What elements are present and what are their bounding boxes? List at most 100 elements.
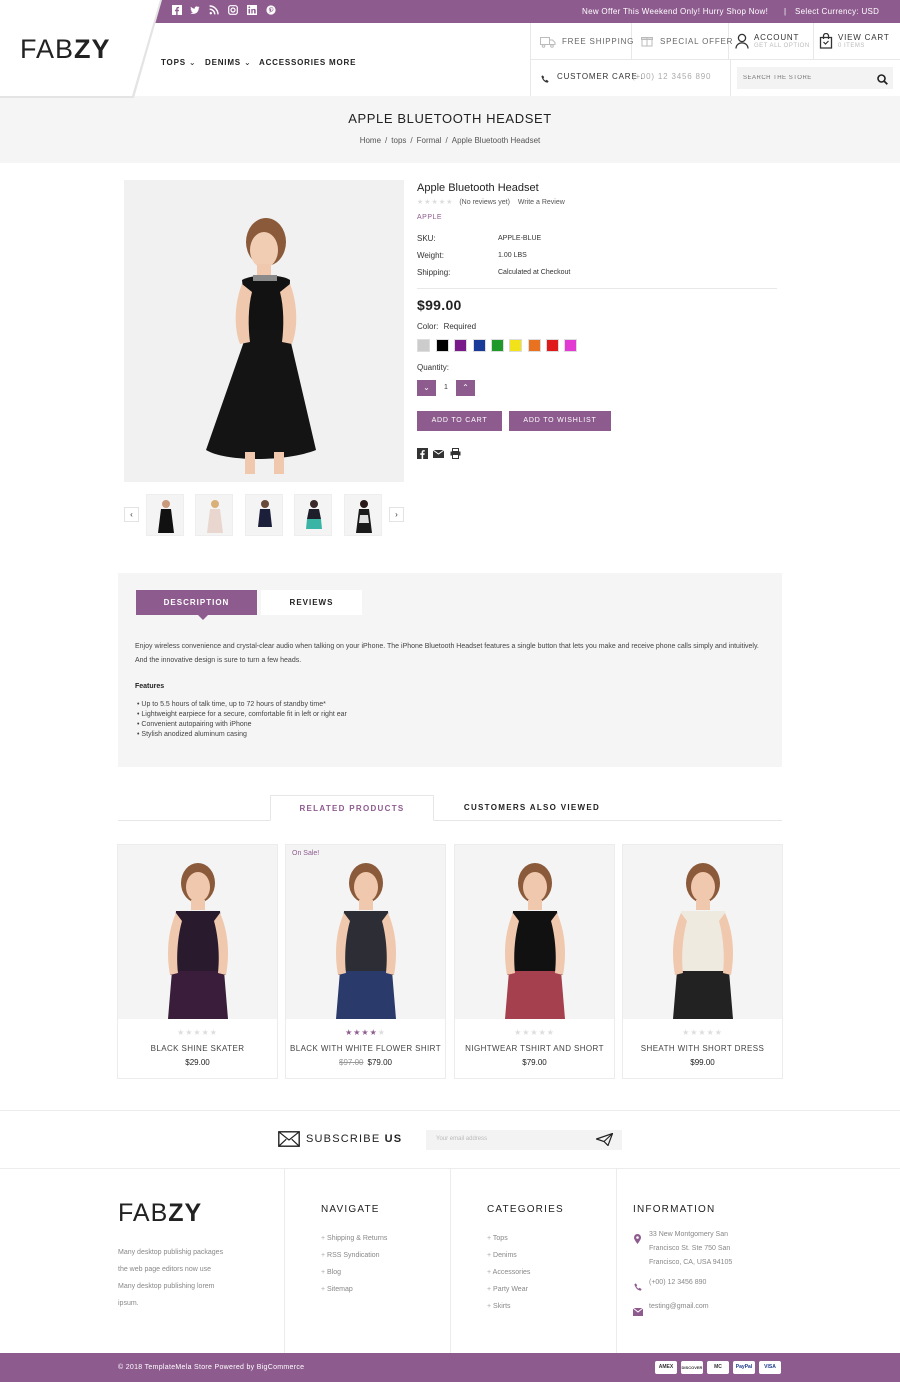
- footer-link[interactable]: Blog: [321, 1264, 387, 1281]
- footer-link[interactable]: Tops: [487, 1230, 530, 1247]
- product-thumbnail[interactable]: [294, 494, 332, 536]
- nav-accessories[interactable]: ACCESSORIES: [259, 58, 326, 67]
- footer-logo[interactable]: FABZY: [118, 1199, 202, 1228]
- quantity-decrease-button[interactable]: ⌄: [417, 380, 436, 396]
- free-shipping-label[interactable]: FREE SHIPPING: [562, 37, 634, 46]
- color-label: Color: Required: [417, 322, 476, 331]
- site-logo[interactable]: FABZY: [20, 34, 111, 65]
- footer-phone[interactable]: (+00) 12 3456 890: [649, 1276, 706, 1290]
- product-thumbnail[interactable]: [344, 494, 382, 536]
- footer-link[interactable]: Sitemap: [321, 1281, 387, 1298]
- footer-logo-light: FAB: [118, 1199, 169, 1227]
- rss-icon[interactable]: [208, 5, 220, 17]
- twitter-icon[interactable]: [189, 5, 201, 17]
- color-swatch[interactable]: [528, 339, 541, 352]
- product-card-name[interactable]: SHEATH WITH SHORT DRESS: [622, 1044, 783, 1053]
- footer-categories-title: CATEGORIES: [487, 1204, 564, 1215]
- quantity-input[interactable]: 1: [438, 380, 454, 396]
- product-card-name[interactable]: BLACK SHINE SKATER: [117, 1044, 278, 1053]
- spec-label: Shipping:: [417, 268, 451, 277]
- product-card-name[interactable]: NIGHTWEAR TSHIRT AND SHORT: [454, 1044, 615, 1053]
- no-reviews-text: (No reviews yet): [459, 199, 510, 206]
- add-to-cart-button[interactable]: ADD TO CART: [417, 411, 502, 431]
- instagram-icon[interactable]: [227, 5, 239, 17]
- nav-more[interactable]: MORE: [329, 58, 356, 67]
- breadcrumb-formal[interactable]: Formal: [417, 136, 442, 145]
- color-swatch[interactable]: [564, 339, 577, 352]
- cart-icon[interactable]: [819, 32, 833, 54]
- currency-selector[interactable]: Select Currency: USD: [795, 7, 879, 16]
- spec-label: Weight:: [417, 251, 444, 260]
- facebook-icon[interactable]: [171, 5, 183, 17]
- email-icon[interactable]: [432, 448, 445, 459]
- thumb-next-button[interactable]: ›: [389, 507, 404, 522]
- product-thumbnail[interactable]: [245, 494, 283, 536]
- footer-link[interactable]: Skirts: [487, 1298, 530, 1315]
- truck-icon: [540, 35, 556, 53]
- special-offer-label[interactable]: SPECIAL OFFER: [660, 37, 733, 46]
- color-swatch[interactable]: [473, 339, 486, 352]
- product-thumbnail[interactable]: [195, 494, 233, 536]
- color-swatch[interactable]: [546, 339, 559, 352]
- pinterest-icon[interactable]: [265, 5, 277, 17]
- rating-stars: ★★★★★: [345, 1028, 385, 1037]
- product-card-image[interactable]: [118, 845, 277, 1019]
- header-divider: [530, 59, 900, 60]
- breadcrumb-home[interactable]: Home: [360, 136, 381, 145]
- product-main-image[interactable]: [124, 180, 404, 482]
- breadcrumb-tops[interactable]: tops: [391, 136, 406, 145]
- address-line: Francisco St. Ste 750 San: [649, 1245, 731, 1252]
- promo-message[interactable]: New Offer This Weekend Only! Hurry Shop …: [582, 7, 768, 16]
- view-cart-link[interactable]: VIEW CART: [838, 33, 890, 42]
- search-icon[interactable]: [877, 72, 888, 90]
- linkedin-icon[interactable]: [246, 5, 258, 17]
- footer-logo-bold: ZY: [168, 1199, 203, 1227]
- customer-care-phone[interactable]: (+00) 12 3456 890: [632, 72, 711, 81]
- send-icon[interactable]: [594, 1132, 614, 1151]
- product-card-image[interactable]: [623, 845, 782, 1019]
- account-link[interactable]: ACCOUNT: [754, 33, 799, 42]
- footer-link[interactable]: RSS Syndication: [321, 1247, 387, 1264]
- spec-value: Calculated at Checkout: [498, 269, 571, 276]
- required-text: Required: [443, 322, 477, 331]
- nav-tops[interactable]: TOPS ⌄: [161, 58, 196, 67]
- facebook-icon[interactable]: [417, 448, 428, 459]
- color-swatch[interactable]: [509, 339, 522, 352]
- thumbnail-image: [345, 495, 381, 535]
- product-card-image[interactable]: [286, 845, 445, 1019]
- footer-link[interactable]: Shipping & Returns: [321, 1230, 387, 1247]
- subscribe-email-input[interactable]: Your email address: [426, 1130, 622, 1150]
- color-swatch[interactable]: [436, 339, 449, 352]
- footer-email[interactable]: testing@gmail.com: [649, 1300, 709, 1314]
- product-brand[interactable]: APPLE: [417, 214, 442, 221]
- search-input[interactable]: [737, 67, 867, 89]
- current-price: $99.00: [690, 1058, 715, 1067]
- thumb-prev-button[interactable]: ‹: [124, 507, 139, 522]
- write-review-link[interactable]: Write a Review: [518, 199, 565, 206]
- product-card-name[interactable]: BLACK WITH WHITE FLOWER SHIRT: [285, 1044, 446, 1053]
- product-card-price: $99.00: [622, 1058, 783, 1067]
- color-swatch[interactable]: [491, 339, 504, 352]
- nav-denims[interactable]: DENIMS ⌄: [205, 58, 251, 67]
- color-swatch[interactable]: [417, 339, 430, 352]
- product-card-image[interactable]: [455, 845, 614, 1019]
- product-card-price: $79.00: [454, 1058, 615, 1067]
- add-to-wishlist-button[interactable]: ADD TO WISHLIST: [509, 411, 611, 431]
- print-icon[interactable]: [450, 448, 461, 459]
- tab-customers-also-viewed[interactable]: CUSTOMERS ALSO VIEWED: [440, 795, 624, 821]
- footer-navigate-title: NAVIGATE: [321, 1204, 380, 1215]
- feature-item: • Up to 5.5 hours of talk time, up to 72…: [137, 701, 326, 708]
- tab-description[interactable]: DESCRIPTION: [136, 590, 257, 615]
- tab-reviews[interactable]: REVIEWS: [261, 590, 362, 615]
- product-thumbnail[interactable]: [146, 494, 184, 536]
- user-icon[interactable]: [735, 33, 749, 54]
- quantity-increase-button[interactable]: ⌃: [456, 380, 475, 396]
- description-text: Enjoy wireless convenience and crystal-c…: [135, 643, 759, 664]
- footer-link[interactable]: Party Wear: [487, 1281, 530, 1298]
- footer-about-line: ipsum.: [118, 1300, 139, 1307]
- footer-link[interactable]: Accessories: [487, 1264, 531, 1281]
- tab-related-products[interactable]: RELATED PRODUCTS: [270, 795, 434, 821]
- color-swatch[interactable]: [454, 339, 467, 352]
- model-figure-image: [124, 180, 404, 482]
- footer-link[interactable]: Denims: [487, 1247, 530, 1264]
